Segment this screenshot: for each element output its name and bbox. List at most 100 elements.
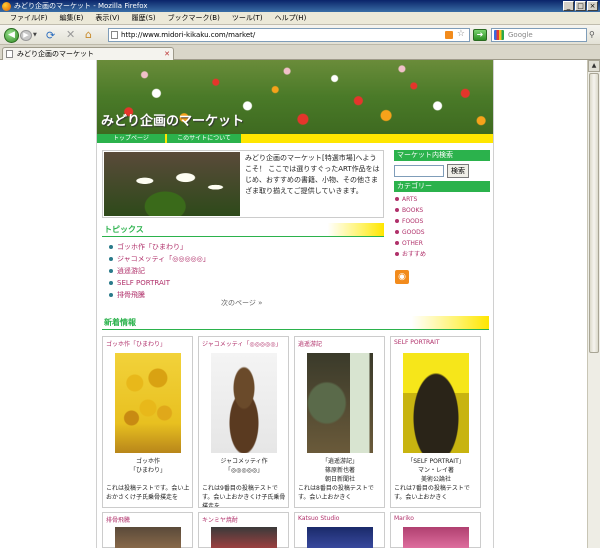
category-link[interactable]: GOODS [395, 227, 426, 238]
category-link[interactable]: ARTS [395, 194, 426, 205]
global-nav: トップページ このサイトについて [97, 134, 493, 143]
site-page: みどり企画のマーケット トップページ このサイトについて みどり企画のマーケット… [96, 60, 494, 548]
caption-line: 「◎◎◎◎◎」 [224, 467, 264, 474]
search-heading: マーケット内検索 [394, 150, 490, 161]
scroll-up-icon[interactable]: ▲ [588, 60, 600, 72]
web-search-placeholder: Google [508, 31, 533, 39]
menu-help[interactable]: ヘルプ(H) [269, 12, 313, 24]
page-viewport: みどり企画のマーケット トップページ このサイトについて みどり企画のマーケット… [0, 60, 587, 548]
menu-view[interactable]: 表示(V) [89, 12, 125, 24]
firefox-icon [2, 2, 11, 11]
menu-history[interactable]: 履歴(S) [126, 12, 162, 24]
news-card: SELF PORTRAIT 「SELF PORTRAIT」 マン・レイ著 美術公… [390, 336, 481, 508]
maximize-icon[interactable]: □ [575, 1, 586, 11]
news-card-desc: これは7番目の投稿テストです。会い上おかきく [394, 485, 470, 501]
news-card-title[interactable]: ゴッホ作「ひまわり」 [106, 339, 166, 348]
topics-list: ゴッホ作「ひまわり」 ジャコメッティ「◎◎◎◎◎」 逍遥游記 SELF PORT… [109, 241, 210, 301]
topic-link[interactable]: ジャコメッティ「◎◎◎◎◎」 [109, 253, 210, 265]
news-card-caption: 「逍遥游記」 篠原新也著 朝日新聞社 [297, 457, 383, 484]
rss-icon[interactable]: ◉ [395, 270, 409, 284]
site-title[interactable]: みどり企画のマーケット [101, 110, 244, 129]
go-button[interactable]: ➜ [473, 29, 487, 41]
news-card-title[interactable]: キンミヤ焼酎 [202, 515, 238, 524]
close-icon[interactable]: × [587, 1, 598, 11]
header-banner: みどり企画のマーケット [97, 60, 493, 134]
scroll-thumb[interactable] [589, 73, 599, 353]
tab-bar: みどり企画のマーケット ✕ [0, 45, 600, 60]
caption-line: マン・レイ著 [417, 467, 454, 474]
bookmark-star-icon[interactable]: ☆ [457, 28, 465, 40]
navigation-toolbar: ◀ ▶ ▼ ⟳ ✕ ⌂ http://www.midori-kikaku.com… [0, 25, 600, 45]
news-card-title[interactable]: Katsuo Studio [298, 515, 339, 522]
nav-top-page[interactable]: トップページ [97, 134, 165, 143]
caption-line: 「SELF PORTRAIT」 [407, 458, 465, 465]
forward-button[interactable]: ▶ [20, 30, 32, 41]
news-card: Mariko [390, 512, 481, 548]
news-card-caption: 「SELF PORTRAIT」 マン・レイ著 美術公論社 [393, 457, 479, 484]
window-titlebar: みどり企画のマーケット - Mozilla Firefox _ □ × [0, 0, 600, 12]
topic-link[interactable]: 排骨飛騰 [109, 289, 210, 301]
site-search-button[interactable]: 検索 [447, 164, 469, 178]
news-card: 排骨飛騰 [102, 512, 193, 548]
news-card-caption: ゴッホ作 「ひまわり」 [105, 457, 191, 475]
tab-close-icon[interactable]: ✕ [164, 48, 170, 60]
next-page-link[interactable]: 次のページ » [221, 298, 262, 308]
news-card-title[interactable]: ジャコメッティ「◎◎◎◎◎」 [202, 339, 282, 348]
topic-link[interactable]: SELF PORTRAIT [109, 277, 210, 289]
category-link[interactable]: OTHER [395, 238, 426, 249]
topic-link[interactable]: 逍遥游記 [109, 265, 210, 277]
caption-line: 「逍遥游記」 [321, 458, 358, 465]
news-card-title[interactable]: SELF PORTRAIT [394, 339, 440, 346]
category-link[interactable]: おすすめ [395, 249, 426, 260]
category-list: ARTS BOOKS FOODS GOODS OTHER おすすめ [395, 194, 426, 260]
tab-market[interactable]: みどり企画のマーケット ✕ [2, 47, 174, 60]
book-cover-image[interactable] [307, 353, 373, 453]
news-card-image[interactable] [211, 527, 277, 548]
self-portrait-cover-image[interactable] [403, 353, 469, 453]
news-card-title[interactable]: Mariko [394, 515, 414, 522]
news-card: 逍遥游記 「逍遥游記」 篠原新也著 朝日新聞社 これは8番目の投稿テストです。会… [294, 336, 385, 508]
menu-tools[interactable]: ツール(T) [226, 12, 269, 24]
site-search-input[interactable] [394, 165, 444, 177]
tab-page-icon [6, 50, 13, 58]
reload-icon[interactable]: ⟳ [46, 29, 55, 42]
menu-bookmarks[interactable]: ブックマーク(B) [162, 12, 226, 24]
stop-icon[interactable]: ✕ [66, 28, 75, 41]
category-link[interactable]: BOOKS [395, 205, 426, 216]
google-icon [494, 30, 504, 40]
news-card: Katsuo Studio [294, 512, 385, 548]
caption-line: 朝日新聞社 [324, 476, 355, 483]
category-link[interactable]: FOODS [395, 216, 426, 227]
back-button[interactable]: ◀ [4, 28, 19, 43]
news-card-title[interactable]: 排骨飛騰 [106, 515, 130, 524]
calla-lily-image [104, 152, 240, 216]
caption-line: 「ひまわり」 [129, 467, 166, 474]
news-card-image[interactable] [115, 527, 181, 548]
news-card-title[interactable]: 逍遥游記 [298, 339, 322, 348]
news-card-image[interactable] [403, 527, 469, 548]
history-dropdown-icon[interactable]: ▼ [33, 32, 37, 38]
news-card-desc: これは投稿テストです。会い上おかさくけ子氏乗骨撲走を [106, 485, 190, 501]
news-card-desc: これは9番目の投稿テストです。会い上おかきくけ子氏乗骨撲走を [202, 485, 286, 508]
intro-box: みどり企画のマーケット[特選市場]へようこそ！ ここでは選りすぐったART作品を… [102, 150, 384, 218]
caption-line: ゴッホ作 [135, 458, 160, 465]
vertical-scrollbar[interactable]: ▲ [587, 60, 600, 548]
news-card-caption: ジャコメッティ作 「◎◎◎◎◎」 [201, 457, 287, 475]
intro-text: みどり企画のマーケット[特選市場]へようこそ！ ここでは選りすぐったART作品を… [245, 154, 380, 195]
topic-link[interactable]: ゴッホ作「ひまわり」 [109, 241, 210, 253]
search-icon[interactable]: ⚲ [589, 30, 595, 39]
news-card-image[interactable] [307, 527, 373, 548]
sunflowers-image[interactable] [115, 353, 181, 453]
menu-edit[interactable]: 編集(E) [54, 12, 90, 24]
sculpture-image[interactable] [211, 353, 277, 453]
feed-icon[interactable] [445, 31, 453, 39]
nav-about-site[interactable]: このサイトについて [167, 134, 241, 143]
menu-file[interactable]: ファイル(F) [4, 12, 54, 24]
news-card: ゴッホ作「ひまわり」 ゴッホ作 「ひまわり」 これは投稿テストです。会い上おかさ… [102, 336, 193, 508]
address-bar[interactable]: http://www.midori-kikaku.com/market/ ☆ [108, 28, 470, 42]
caption-line: 美術公論社 [420, 476, 451, 483]
home-icon[interactable]: ⌂ [85, 28, 92, 41]
window-controls: _ □ × [563, 1, 598, 11]
web-search-input[interactable]: Google [491, 28, 587, 42]
minimize-icon[interactable]: _ [563, 1, 574, 11]
